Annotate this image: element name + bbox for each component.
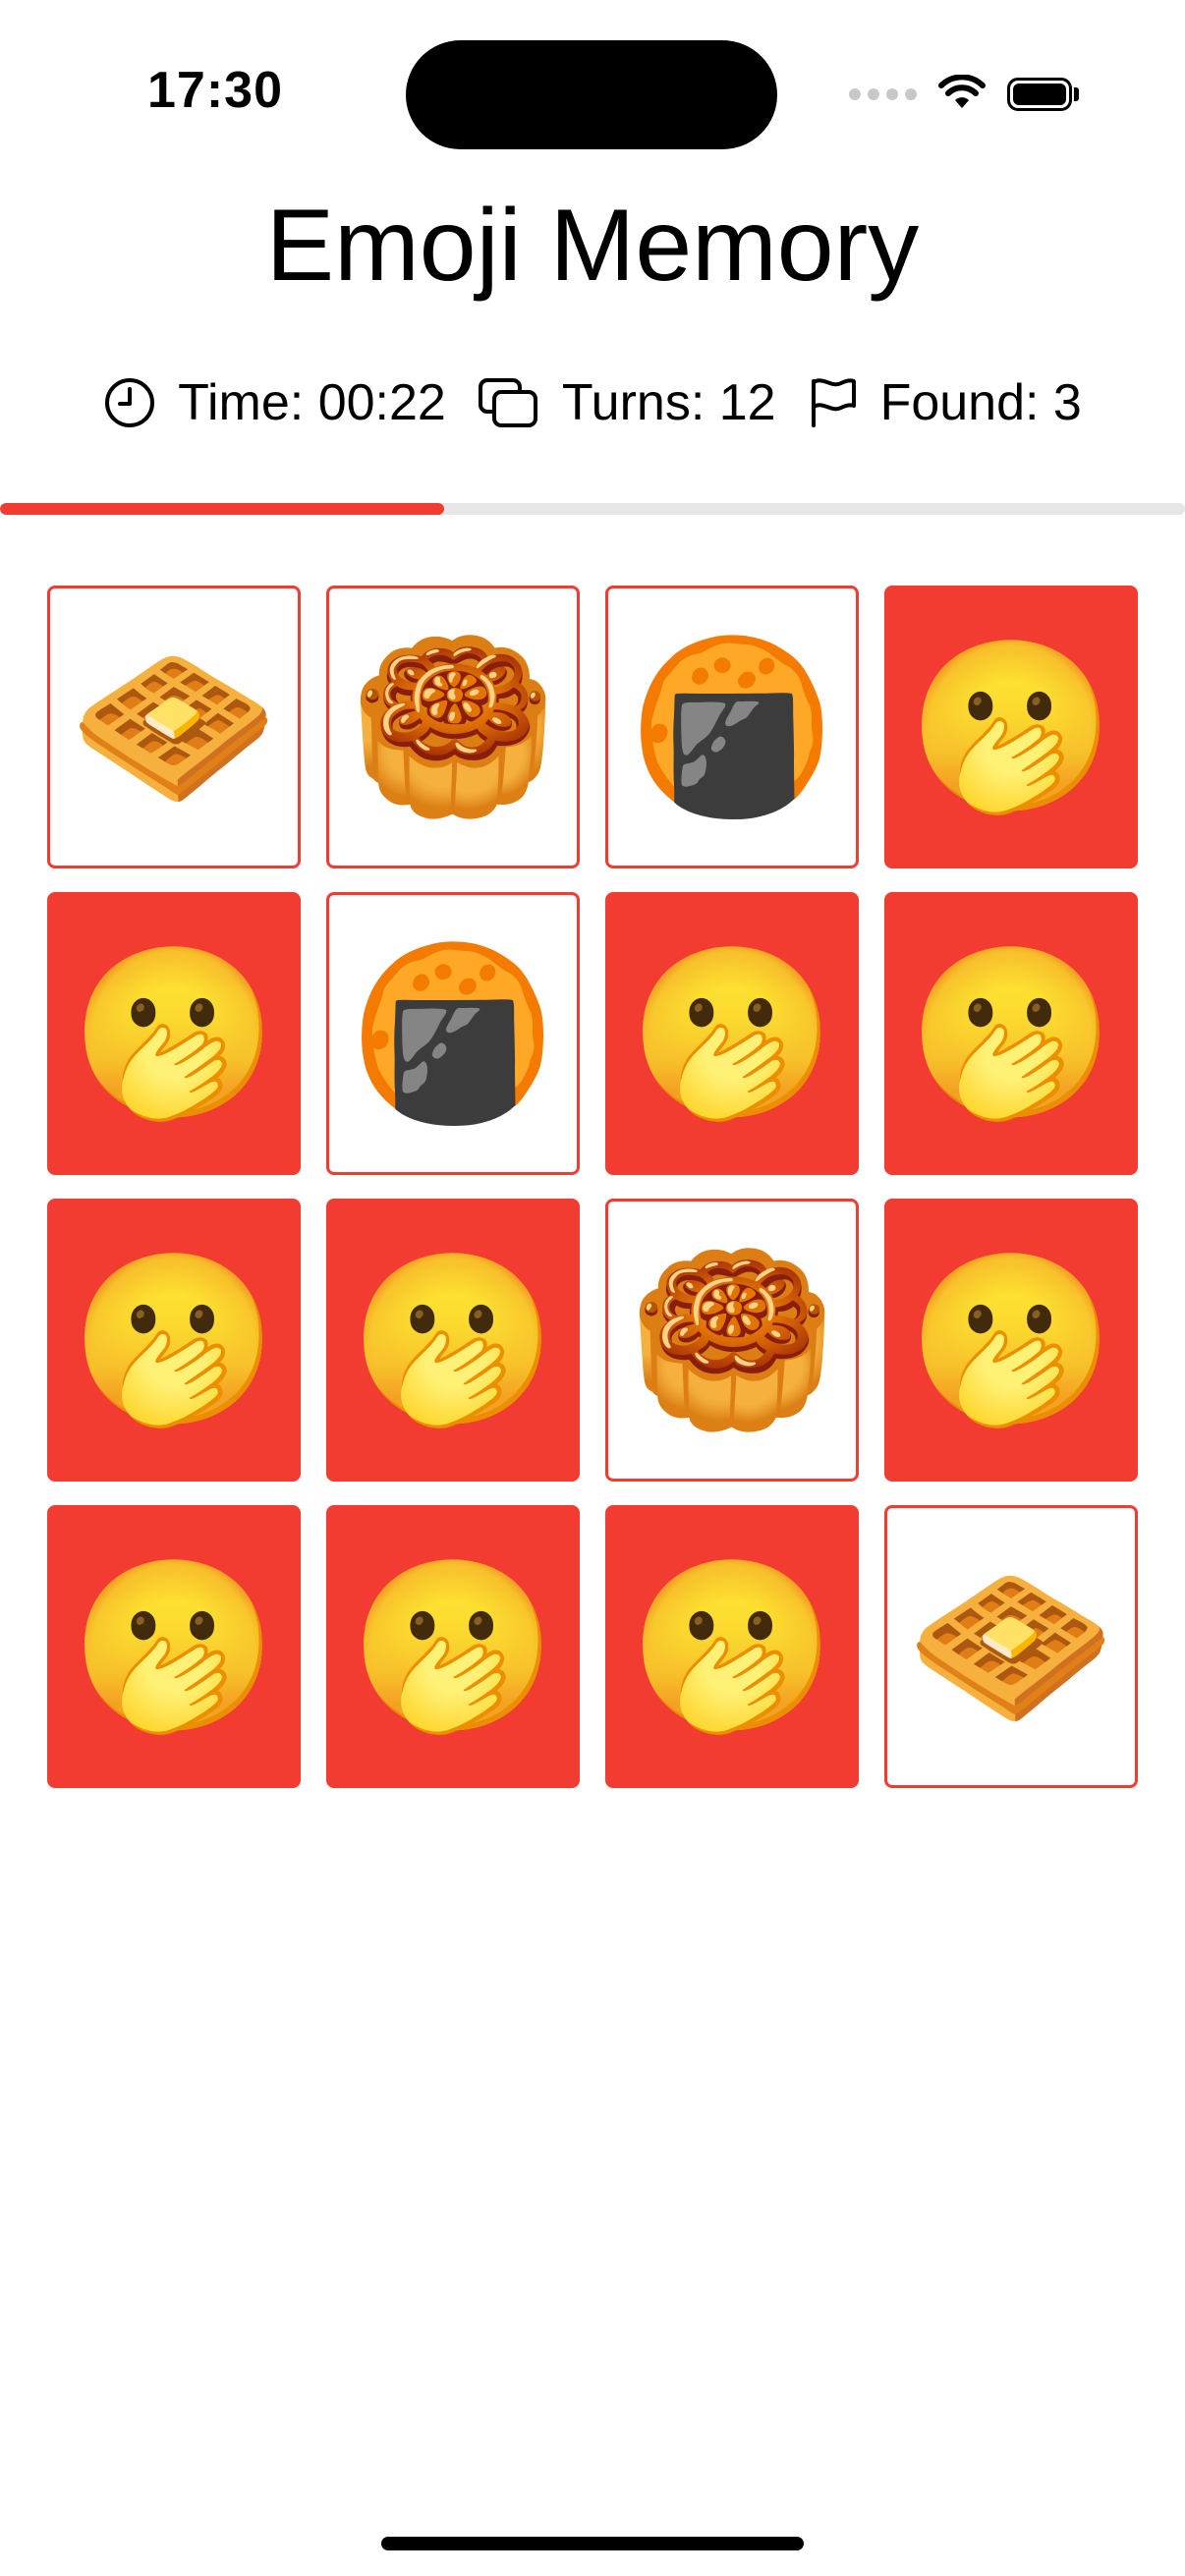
time-stat: Time: 00:22 [103,373,446,432]
face-with-hand-over-mouth-emoji: 🫢 [70,1553,278,1740]
face-with-hand-over-mouth-emoji: 🫢 [907,1247,1115,1433]
face-with-hand-over-mouth-emoji: 🫢 [349,1247,557,1433]
found-stat: Found: 3 [808,373,1082,432]
cards-icon [478,376,540,429]
page-title: Emoji Memory [265,189,920,303]
face-with-hand-over-mouth-emoji: 🫢 [349,1553,557,1740]
turns-label: Turns: 12 [561,374,776,431]
time-label: Time: 00:22 [178,374,446,431]
stats-bar: Time: 00:22 Turns: 12 Found: 3 [0,364,1185,442]
progress-fill [0,503,445,515]
memory-card[interactable]: 🥮 [605,1199,859,1482]
home-indicator[interactable] [381,2537,804,2550]
memory-card[interactable]: 🥮 [326,586,580,868]
face-with-hand-over-mouth-emoji: 🫢 [70,1247,278,1433]
face-with-hand-over-mouth-emoji: 🫢 [628,1553,836,1740]
status-time: 17:30 [147,62,283,119]
memory-card[interactable]: 🫢 [47,1199,301,1482]
moon-cake-emoji: 🥮 [349,634,557,820]
face-with-hand-over-mouth-emoji: 🫢 [907,940,1115,1127]
memory-card[interactable]: 🫢 [884,1199,1138,1482]
status-indicators [849,71,1079,118]
rice-cracker-emoji: 🍘 [349,940,557,1127]
memory-card[interactable]: 🫢 [326,1505,580,1788]
progress-bar [0,503,1185,515]
dynamic-island [406,40,777,149]
card-grid: 🧇 🥮 🍘 🫢 🫢 🍘 🫢 🫢 🫢 🫢 🥮 🫢 🫢 🫢 🫢 🧇 [47,586,1138,1788]
battery-icon [1007,78,1079,111]
memory-card[interactable]: 🫢 [326,1199,580,1482]
flag-icon [808,376,859,429]
found-label: Found: 3 [879,374,1082,431]
memory-card[interactable]: 🫢 [884,892,1138,1175]
moon-cake-emoji: 🥮 [628,1247,836,1433]
memory-card[interactable]: 🫢 [47,1505,301,1788]
clock-icon [103,376,156,429]
memory-card[interactable]: 🫢 [605,892,859,1175]
memory-card[interactable]: 🧇 [884,1505,1138,1788]
memory-card[interactable]: 🫢 [605,1505,859,1788]
memory-card[interactable]: 🍘 [326,892,580,1175]
memory-card[interactable]: 🫢 [884,586,1138,868]
rice-cracker-emoji: 🍘 [628,634,836,820]
face-with-hand-over-mouth-emoji: 🫢 [70,940,278,1127]
waffle-emoji: 🧇 [907,1553,1115,1740]
turns-stat: Turns: 12 [478,373,776,432]
face-with-hand-over-mouth-emoji: 🫢 [907,634,1115,820]
waffle-emoji: 🧇 [70,634,278,820]
memory-card[interactable]: 🍘 [605,586,859,868]
face-with-hand-over-mouth-emoji: 🫢 [628,940,836,1127]
memory-card[interactable]: 🧇 [47,586,301,868]
wifi-icon [938,73,986,115]
cellular-signal-icon [849,88,917,100]
memory-card[interactable]: 🫢 [47,892,301,1175]
